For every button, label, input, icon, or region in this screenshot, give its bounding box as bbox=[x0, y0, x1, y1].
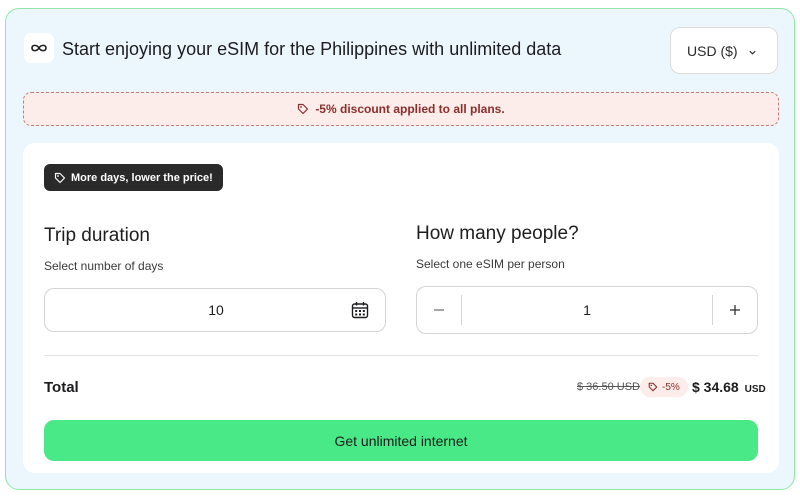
decrement-button[interactable] bbox=[417, 287, 461, 333]
chevron-down-icon bbox=[748, 44, 757, 60]
days-value: 10 bbox=[208, 302, 224, 318]
people-title: How many people? bbox=[416, 223, 579, 244]
esim-plan-widget: Start enjoying your eSIM for the Philipp… bbox=[5, 8, 795, 490]
currency-value: USD ($) bbox=[687, 42, 738, 59]
infinity-icon bbox=[30, 43, 48, 53]
tag-icon bbox=[54, 172, 66, 184]
new-price-value: $ 34.68 bbox=[692, 379, 739, 395]
discount-chip-text: -5% bbox=[662, 381, 680, 393]
people-subtitle: Select one eSIM per person bbox=[416, 257, 565, 271]
trip-duration-subtitle: Select number of days bbox=[44, 259, 164, 273]
tag-icon bbox=[297, 103, 309, 115]
new-price: $ 34.68 USD bbox=[692, 379, 766, 395]
minus-icon bbox=[433, 304, 445, 316]
calendar-icon[interactable] bbox=[351, 301, 369, 319]
plan-card: More days, lower the price! Trip duratio… bbox=[23, 143, 779, 473]
currency-select[interactable]: USD ($) bbox=[670, 27, 778, 74]
divider bbox=[44, 355, 758, 356]
header: Start enjoying your eSIM for the Philipp… bbox=[22, 25, 778, 75]
new-price-currency: USD bbox=[744, 384, 766, 395]
logo bbox=[24, 33, 54, 63]
days-input[interactable]: 10 bbox=[44, 288, 386, 332]
discount-banner-text: -5% discount applied to all plans. bbox=[315, 102, 505, 116]
promo-pill: More days, lower the price! bbox=[44, 164, 223, 191]
page-title: Start enjoying your eSIM for the Philipp… bbox=[62, 39, 562, 59]
trip-duration-title: Trip duration bbox=[44, 225, 150, 246]
get-unlimited-internet-button[interactable]: Get unlimited internet bbox=[44, 420, 758, 461]
discount-banner: -5% discount applied to all plans. bbox=[23, 92, 779, 126]
old-price: $ 36.50 USD bbox=[577, 381, 640, 393]
plus-icon bbox=[729, 304, 741, 316]
discount-chip: -5% bbox=[640, 377, 688, 397]
people-value[interactable]: 1 bbox=[462, 302, 712, 318]
increment-button[interactable] bbox=[713, 287, 757, 333]
total-label: Total bbox=[44, 379, 79, 396]
promo-pill-text: More days, lower the price! bbox=[71, 171, 213, 184]
people-stepper: 1 bbox=[416, 286, 758, 334]
tag-icon bbox=[648, 382, 658, 392]
